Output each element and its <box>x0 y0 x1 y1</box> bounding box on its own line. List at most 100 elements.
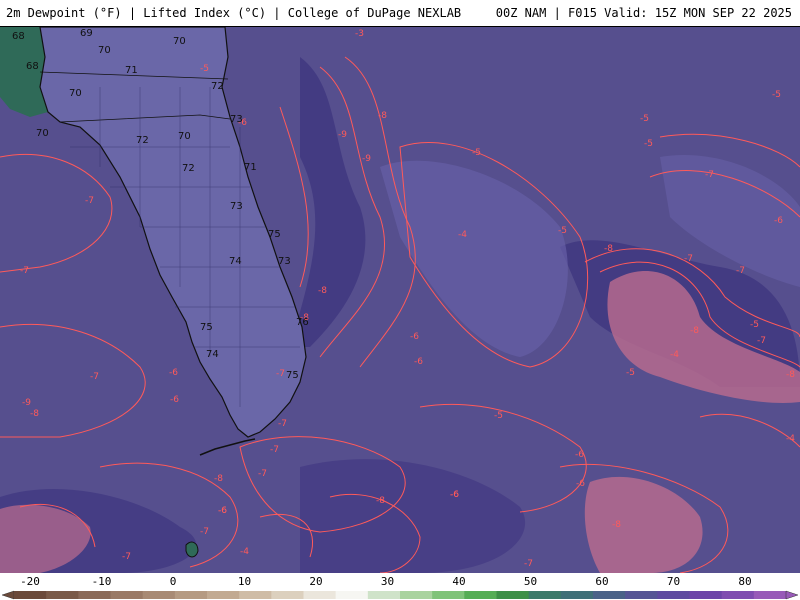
li-label: -9 <box>22 398 31 408</box>
li-label: -8 <box>318 286 327 296</box>
li-label: -7 <box>524 559 533 569</box>
colorbar-swatch <box>335 591 369 599</box>
li-label: -4 <box>786 434 795 444</box>
li-label: -7 <box>736 266 745 276</box>
model-run-title: 00Z NAM | F015 Valid: 15Z MON SEP 22 202… <box>495 6 792 20</box>
li-label: -7 <box>258 469 267 479</box>
dp-label: 68 <box>12 31 25 42</box>
colorbar-swatch <box>721 591 755 599</box>
colorbar-swatch <box>753 591 787 599</box>
dp-label: 74 <box>206 349 219 360</box>
colorbar-swatch <box>78 591 111 599</box>
colorbar-tick-label: 40 <box>452 575 466 588</box>
dp-label: 73 <box>230 201 243 212</box>
colorbar-tick-label: 10 <box>237 575 252 588</box>
li-label: -6 <box>575 450 584 460</box>
colorbar-swatch <box>625 591 658 599</box>
li-label: -8 <box>378 111 387 121</box>
li-label: -7 <box>200 527 209 537</box>
li-label: -6 <box>414 357 423 367</box>
colorbar-tick-label: 50 <box>523 575 538 588</box>
colorbar-swatch <box>207 591 240 599</box>
colorbar-swatch <box>174 591 208 599</box>
colorbar-swatch <box>689 591 723 599</box>
colorbar-strip <box>1 590 799 600</box>
dp-label: 68 <box>26 61 39 72</box>
dp-label: 70 <box>36 128 49 139</box>
dp-label: 70 <box>173 36 186 47</box>
li-label: -6 <box>169 368 178 378</box>
dp-label: 69 <box>80 28 93 39</box>
li-label: -8 <box>690 326 699 336</box>
li-label: -5 <box>640 114 649 124</box>
colorbar-tick-label: 60 <box>595 575 609 588</box>
li-label: -6 <box>410 332 419 342</box>
dp-label: 73 <box>230 114 243 125</box>
li-label: -5 <box>750 320 759 330</box>
li-label: -7 <box>684 254 693 264</box>
colorbar-high-arrow <box>785 590 799 600</box>
dp-label: 74 <box>229 256 242 267</box>
li-label: -7 <box>757 336 766 346</box>
li-label: -5 <box>644 139 653 149</box>
li-label: -8 <box>376 496 385 506</box>
weather-map: -3 -6 -5 -7 -7 -7 -9 -9 -8 -8 -8 -8 -8 -… <box>0 27 800 573</box>
dp-label: 76 <box>296 317 309 328</box>
dp-label: 72 <box>136 135 149 146</box>
li-label: -4 <box>240 547 249 557</box>
colorbar-swatch <box>303 591 337 599</box>
colorbar-tick-label: 30 <box>380 575 395 588</box>
li-label: -7 <box>705 170 714 180</box>
li-label: -5 <box>558 226 567 236</box>
li-label: -3 <box>355 29 364 39</box>
colorbar-swatch <box>657 591 690 599</box>
title-bar: 2m Dewpoint (°F) | Lifted Index (°C) | C… <box>0 0 800 27</box>
colorbar-tick-label: 20 <box>309 575 323 588</box>
li-label: -8 <box>612 520 621 530</box>
product-title: 2m Dewpoint (°F) | Lifted Index (°C) | C… <box>6 6 462 20</box>
dp-label: 70 <box>69 88 82 99</box>
dp-label: 75 <box>286 370 299 381</box>
li-label: -4 <box>458 230 467 240</box>
li-label: -6 <box>774 216 783 226</box>
dp-label: 71 <box>244 162 257 173</box>
li-label: -6 <box>576 479 585 489</box>
li-label: -5 <box>472 148 481 158</box>
li-label: -7 <box>85 196 94 206</box>
li-label: -7 <box>278 419 287 429</box>
li-label: -8 <box>30 409 39 419</box>
colorbar-tick-label: 0 <box>169 575 177 588</box>
colorbar-swatch <box>432 591 465 599</box>
colorbar-swatch <box>239 591 272 599</box>
colorbar-tick-label: -20 <box>20 575 40 588</box>
li-label: -8 <box>214 474 223 484</box>
colorbar-swatch <box>271 591 304 599</box>
colorbar-swatch <box>14 591 47 599</box>
dp-label: 70 <box>98 45 111 56</box>
island <box>185 541 199 558</box>
dewpoint-colorbar: -20 -10 0 10 20 30 40 50 60 70 80 <box>0 573 800 600</box>
dp-label: 71 <box>125 65 138 76</box>
dp-label: 75 <box>200 322 213 333</box>
dp-label: 72 <box>211 81 224 92</box>
li-label: -7 <box>122 552 131 562</box>
li-label: -6 <box>218 506 227 516</box>
colorbar-tick-label: -10 <box>91 575 112 588</box>
colorbar-swatch <box>46 591 79 599</box>
colorbar-swatch <box>367 591 401 599</box>
li-label: -7 <box>276 369 285 379</box>
li-label: -5 <box>200 64 209 74</box>
li-label: -4 <box>670 350 679 360</box>
li-label: -8 <box>786 370 795 380</box>
li-label: -8 <box>604 244 613 254</box>
colorbar-tick-label: 80 <box>738 575 752 588</box>
dp-label: 73 <box>278 256 291 267</box>
li-label: -6 <box>170 395 179 405</box>
colorbar-swatch <box>496 591 530 599</box>
colorbar-swatch <box>593 591 626 599</box>
colorbar-tick-label: 70 <box>666 575 681 588</box>
li-label: -5 <box>626 368 635 378</box>
li-label: -7 <box>20 266 29 276</box>
li-label: -9 <box>362 154 371 164</box>
li-label: -5 <box>494 411 503 421</box>
